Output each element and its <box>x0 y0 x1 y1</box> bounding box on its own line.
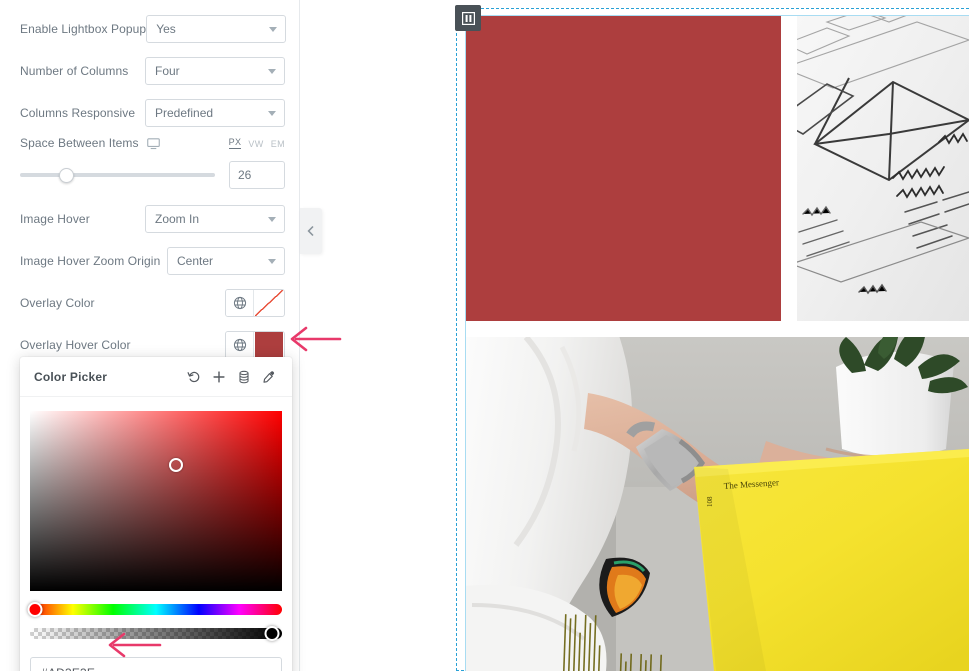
color-picker-saturation-area[interactable] <box>30 411 282 591</box>
panel-collapse-handle[interactable] <box>300 208 322 254</box>
control-label: Image Hover Zoom Origin <box>20 253 161 268</box>
unit-em[interactable]: EM <box>271 139 285 149</box>
chevron-down-icon <box>268 69 276 74</box>
saturation-handle[interactable] <box>169 458 184 472</box>
control-label: Enable Lightbox Popup <box>20 21 147 36</box>
gallery-grid[interactable]: The Messenger 108 <box>466 16 969 671</box>
yellow-newspaper-image: The Messenger 108 <box>466 337 969 671</box>
chevron-down-icon <box>268 217 276 222</box>
image-hover-zoom-origin-select[interactable]: Center <box>167 247 285 275</box>
desktop-icon[interactable] <box>146 137 160 150</box>
control-label: Space Between Items <box>20 135 139 150</box>
number-of-columns-select[interactable]: Four <box>145 57 285 85</box>
chevron-down-icon <box>268 111 276 116</box>
unit-px[interactable]: PX <box>228 137 242 149</box>
select-value: Four <box>155 64 180 78</box>
image-hover-select[interactable]: Zoom In <box>145 205 285 233</box>
space-between-items-input[interactable] <box>229 161 285 189</box>
library-icon[interactable] <box>233 366 255 388</box>
overlay-color-control[interactable] <box>225 289 285 317</box>
control-enable-lightbox-popup: Enable Lightbox Popup Yes <box>0 8 300 50</box>
eyedropper-icon[interactable] <box>258 366 280 388</box>
space-between-items-slider-row <box>0 158 300 192</box>
overlay-hover-color-swatch[interactable] <box>255 332 283 358</box>
chevron-left-icon <box>307 225 314 237</box>
select-value: Predefined <box>155 106 214 120</box>
color-picker-tools <box>183 366 280 388</box>
color-picker-title: Color Picker <box>34 369 108 384</box>
control-image-hover: Image Hover Zoom In <box>0 198 300 240</box>
plus-icon[interactable] <box>208 366 230 388</box>
hex-input-wrap <box>30 657 282 671</box>
control-label: Number of Columns <box>20 63 129 78</box>
chevron-down-icon <box>268 259 276 264</box>
control-label: Columns Responsive <box>20 105 136 120</box>
control-overlay-color: Overlay Color <box>0 282 300 324</box>
select-value: Zoom In <box>155 212 200 226</box>
gallery-item-wireframe-sketch[interactable] <box>797 16 969 321</box>
color-picker-popover[interactable]: Color Picker <box>20 357 292 671</box>
globe-icon[interactable] <box>226 332 254 358</box>
chevron-down-icon <box>269 27 278 32</box>
gallery-item-overlay-preview[interactable] <box>466 16 781 321</box>
control-label: Image Hover <box>20 211 90 226</box>
unit-switcher[interactable]: PX VW EM <box>228 137 285 149</box>
select-value: Center <box>177 254 214 268</box>
color-picker-header: Color Picker <box>20 357 292 397</box>
columns-icon <box>461 11 475 25</box>
unit-vw[interactable]: VW <box>248 139 263 149</box>
control-label: Overlay Hover Color <box>20 337 131 352</box>
hue-slider[interactable] <box>27 602 282 617</box>
overlay-color-swatch[interactable] <box>255 290 283 316</box>
alpha-slider[interactable] <box>30 626 282 641</box>
gallery-item-yellow-newspaper[interactable]: The Messenger 108 <box>466 337 969 671</box>
globe-icon[interactable] <box>226 290 254 316</box>
overlay-hover-color-control[interactable] <box>225 331 285 359</box>
wireframe-sketch-image <box>797 16 969 321</box>
preview-canvas[interactable]: The Messenger 108 <box>300 0 969 671</box>
control-image-hover-zoom-origin: Image Hover Zoom Origin Center <box>0 240 300 282</box>
control-space-between-items: Space Between Items PX VW EM <box>0 128 300 158</box>
slider-knob[interactable] <box>59 167 75 183</box>
select-value: Yes <box>156 22 176 36</box>
hue-slider-handle[interactable] <box>27 602 43 617</box>
undo-icon[interactable] <box>183 366 205 388</box>
enable-lightbox-popup-select[interactable]: Yes <box>146 15 287 43</box>
alpha-slider-handle[interactable] <box>264 626 280 641</box>
columns-responsive-select[interactable]: Predefined <box>145 99 285 127</box>
control-number-of-columns: Number of Columns Four <box>0 50 300 92</box>
space-between-items-slider[interactable] <box>20 167 215 183</box>
editor-root: The Messenger 108 Enable Lightbox Popup … <box>0 0 969 671</box>
gallery-widget-handle[interactable] <box>455 5 481 31</box>
control-label: Overlay Color <box>20 295 95 310</box>
color-picker-hex-input[interactable] <box>30 657 282 671</box>
